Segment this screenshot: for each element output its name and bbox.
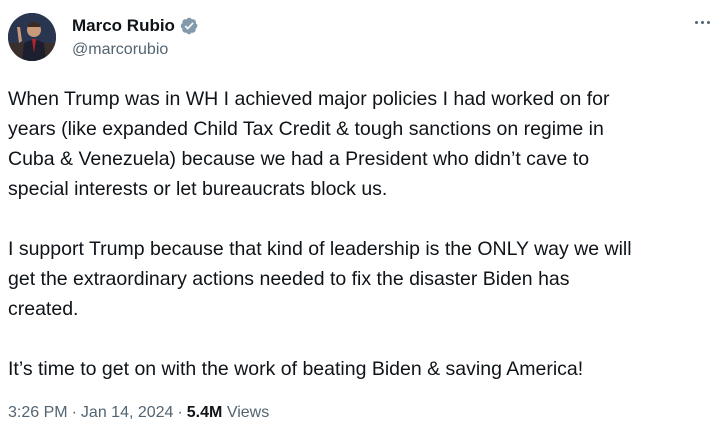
tweet-time[interactable]: 3:26 PM — [8, 404, 68, 421]
tweet-paragraph: It’s time to get on with the work of bea… — [8, 358, 584, 380]
author-name-row: Marco Rubio — [72, 14, 199, 38]
tweet-paragraph: When Trump was in WH I achieved major po… — [8, 88, 610, 200]
tweet-text: When Trump was in WH I achieved major po… — [8, 84, 720, 384]
meta-separator: · — [177, 404, 183, 421]
more-horizontal-icon[interactable] — [690, 10, 714, 34]
avatar[interactable] — [8, 13, 56, 61]
tweet-date[interactable]: Jan 14, 2024 — [81, 404, 174, 421]
verified-badge-icon — [179, 16, 199, 36]
author-display-name[interactable]: Marco Rubio — [72, 15, 175, 37]
views-count[interactable]: 5.4M — [187, 404, 223, 421]
author-handle[interactable]: @marcorubio — [72, 40, 168, 60]
tweet-card: Marco Rubio @marcorubio When Trump was i… — [0, 0, 726, 428]
views-label: Views — [226, 404, 270, 421]
tweet-meta: 3:26 PM · Jan 14, 2024 · 5.4M Views — [8, 402, 269, 424]
meta-separator: · — [71, 404, 77, 421]
tweet-paragraph: I support Trump because that kind of lea… — [8, 238, 632, 320]
